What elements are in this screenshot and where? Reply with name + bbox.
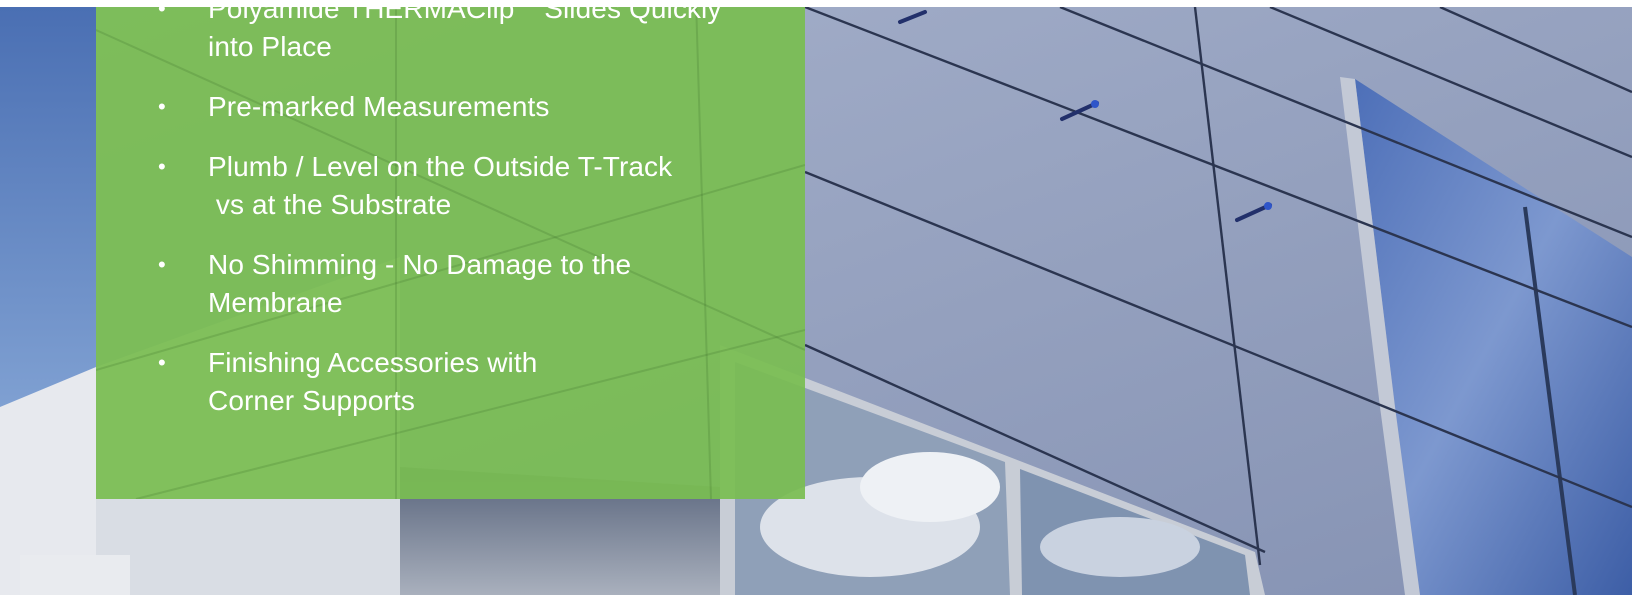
bullet-icon: •: [158, 94, 166, 119]
list-item-text: No Shimming - No Damage to the: [208, 249, 632, 280]
list-item-text: into Place: [208, 31, 332, 62]
bullet-icon: •: [158, 154, 166, 179]
list-item-text: Pre-marked Measurements: [208, 91, 550, 122]
list-item: • Finishing Accessories with Corner Supp…: [96, 344, 805, 420]
list-item: • Plumb / Level on the Outside T-Track v…: [96, 148, 805, 224]
page: • Polyamide THERMAClipTM Slides Quickly …: [0, 0, 1632, 595]
list-item: • Pre-marked Measurements: [96, 88, 805, 126]
bullet-icon: •: [158, 350, 166, 375]
list-item-text: Finishing Accessories with: [208, 347, 538, 378]
bullet-icon: •: [158, 252, 166, 277]
feature-list: • Polyamide THERMAClipTM Slides Quickly …: [96, 0, 805, 442]
list-item-text: Corner Supports: [208, 385, 415, 416]
feature-panel: • Polyamide THERMAClipTM Slides Quickly …: [96, 0, 805, 499]
list-item-text: vs at the Substrate: [208, 189, 452, 220]
list-item-text: Plumb / Level on the Outside T-Track: [208, 151, 673, 182]
top-strip: [0, 0, 1632, 7]
list-item: • Polyamide THERMAClipTM Slides Quickly …: [96, 0, 805, 66]
list-item: • No Shimming - No Damage to the Membran…: [96, 246, 805, 322]
list-item-text: Membrane: [208, 287, 343, 318]
